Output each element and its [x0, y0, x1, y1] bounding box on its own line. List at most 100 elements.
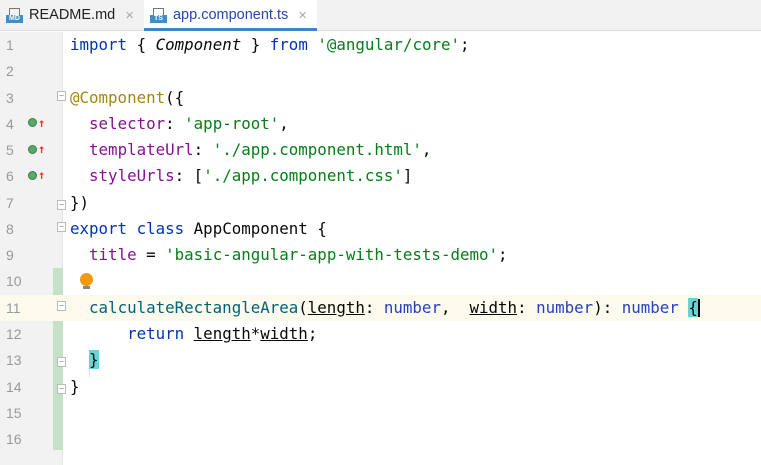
- code-text: }): [70, 190, 89, 216]
- code-token: import: [70, 35, 128, 54]
- fold-start-icon[interactable]: −: [57, 221, 66, 232]
- tab-README-md[interactable]: MD README.md ×: [0, 0, 144, 30]
- tab-app-component-ts[interactable]: TS app.component.ts ×: [143, 0, 318, 31]
- up-arrow-icon: ↑: [38, 115, 46, 130]
- line-number: 6: [6, 168, 14, 185]
- up-arrow-icon: ↑: [38, 142, 46, 157]
- line-number: 7: [6, 194, 14, 211]
- code-line: 11 calculateRectangleArea(length: number…: [0, 294, 761, 321]
- line-number: 3: [6, 89, 14, 106]
- code-token: (: [298, 297, 308, 317]
- code-token: 'app-root': [184, 113, 280, 133]
- fold-end-icon[interactable]: −: [57, 383, 66, 394]
- implemented-dot-icon: [28, 170, 37, 180]
- line-number: 14: [6, 378, 22, 395]
- code-token: :: [193, 140, 213, 160]
- close-icon[interactable]: ×: [125, 7, 134, 24]
- line-number: 11: [6, 299, 21, 316]
- code-token: }: [89, 350, 99, 370]
- code-token: ,: [279, 113, 289, 133]
- implementation-marker-icon[interactable]: ↑: [28, 142, 46, 157]
- code-token: selector: [89, 113, 166, 133]
- code-line: 1 import { Component } from '@angular/cor…: [0, 32, 761, 58]
- fold-start-icon[interactable]: −: [57, 300, 66, 311]
- code-token: ({: [165, 87, 185, 107]
- fold-start-icon[interactable]: −: [57, 90, 66, 101]
- line-number: 10: [6, 273, 22, 290]
- code-line: 15: [0, 400, 761, 426]
- code-token: './app.component.html': [212, 140, 422, 160]
- code-token: : [: [174, 166, 204, 186]
- code-line: 3 @Component({: [0, 85, 761, 111]
- code-token: ;: [307, 323, 318, 343]
- code-line: 9 title = 'basic-angular-app-with-tests-…: [0, 242, 761, 268]
- implementation-marker-icon[interactable]: ↑: [28, 115, 46, 130]
- code-token: :: [165, 113, 185, 133]
- line-number: 2: [6, 63, 14, 80]
- code-text: styleUrls: ['./app.component.css']: [70, 163, 412, 189]
- line-number: 13: [6, 352, 22, 369]
- close-icon[interactable]: ×: [298, 7, 307, 24]
- tab-label: README.md: [29, 7, 116, 23]
- file-type-badge: MD: [6, 14, 23, 23]
- file-icon: TS: [149, 7, 167, 23]
- code-editor[interactable]: 1 import { Component } from '@angular/cor…: [0, 32, 761, 465]
- code-token: ,: [421, 140, 432, 160]
- code-line: 10: [0, 268, 761, 294]
- code-token: ;: [460, 35, 470, 54]
- code-token: number: [536, 297, 594, 317]
- up-arrow-icon: ↑: [38, 168, 46, 183]
- file-type-badge: TS: [149, 14, 167, 23]
- code-token: ,: [440, 297, 470, 317]
- implementation-marker-icon[interactable]: ↑: [28, 168, 46, 183]
- code-token: :: [517, 297, 537, 317]
- implemented-dot-icon: [28, 144, 37, 154]
- code-text: return length*width;: [70, 321, 317, 347]
- code-line: 2: [0, 58, 761, 84]
- code-token: ;: [498, 245, 508, 265]
- code-text: @Component({: [70, 85, 184, 111]
- code-text: templateUrl: './app.component.html',: [70, 137, 431, 163]
- code-token: *: [250, 323, 261, 343]
- code-token: }: [241, 35, 270, 54]
- code-line: 14}: [0, 374, 761, 400]
- code-token: number: [621, 297, 679, 317]
- code-token: './app.component.css': [203, 166, 403, 186]
- code-token: class: [136, 218, 185, 238]
- line-number: 9: [6, 247, 14, 264]
- code-token: number: [383, 297, 441, 317]
- fold-end-icon[interactable]: −: [57, 357, 66, 368]
- code-token: Component: [155, 35, 242, 54]
- code-text: selector: 'app-root',: [70, 111, 289, 137]
- fold-end-icon[interactable]: −: [57, 199, 66, 210]
- code-token: width: [469, 297, 518, 317]
- line-number: 1: [6, 37, 14, 53]
- code-text: }: [70, 374, 80, 400]
- code-text: }: [70, 347, 99, 373]
- lightbulb-icon[interactable]: [80, 273, 93, 289]
- code-token: from: [269, 35, 308, 54]
- tab-bar: MD README.md × TS app.component.ts ×: [0, 0, 761, 31]
- code-text: export class AppComponent {: [70, 216, 327, 242]
- code-line: 6 styleUrls: ['./app.component.css']: [0, 163, 761, 189]
- code-token: ]: [402, 166, 413, 186]
- code-line: 7}): [0, 190, 761, 216]
- code-token: }): [70, 192, 90, 212]
- code-token: ):: [593, 297, 622, 317]
- code-line: 16: [0, 426, 761, 452]
- code-token: title: [89, 245, 137, 265]
- line-number: 12: [6, 325, 22, 342]
- code-line: 13 }: [0, 347, 761, 373]
- code-token: length: [307, 297, 365, 317]
- code-token: width: [260, 323, 308, 343]
- line-number: 5: [6, 142, 14, 159]
- line-number: 15: [6, 404, 22, 421]
